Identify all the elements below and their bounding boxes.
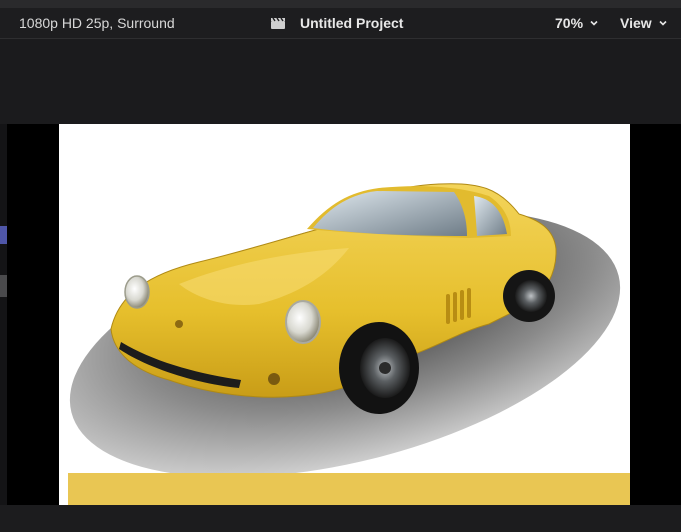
zoom-dropdown[interactable]: 70% xyxy=(555,15,599,31)
yellow-band xyxy=(68,473,630,505)
zoom-level: 70% xyxy=(555,15,584,31)
left-panel-scroll-marker[interactable] xyxy=(0,275,7,297)
view-label: View xyxy=(620,15,652,31)
viewer-top-gap xyxy=(0,39,681,124)
video-frame xyxy=(59,124,630,505)
view-menu-button[interactable]: View xyxy=(620,15,668,31)
project-title-group: Untitled Project xyxy=(270,15,403,31)
viewer-bottom-bar xyxy=(0,505,681,532)
clapperboard-icon xyxy=(271,17,285,29)
viewer-header: 1080p HD 25p, Surround Untitled Project … xyxy=(0,8,681,39)
left-panel-selection-marker[interactable] xyxy=(0,226,7,244)
left-panel-edge xyxy=(0,124,7,505)
car-image xyxy=(69,183,621,478)
project-format-label: 1080p HD 25p, Surround xyxy=(19,15,175,31)
chevron-down-icon xyxy=(590,20,598,26)
project-title: Untitled Project xyxy=(300,15,404,31)
chevron-down-icon xyxy=(659,20,667,26)
window-top-strip xyxy=(0,0,681,8)
